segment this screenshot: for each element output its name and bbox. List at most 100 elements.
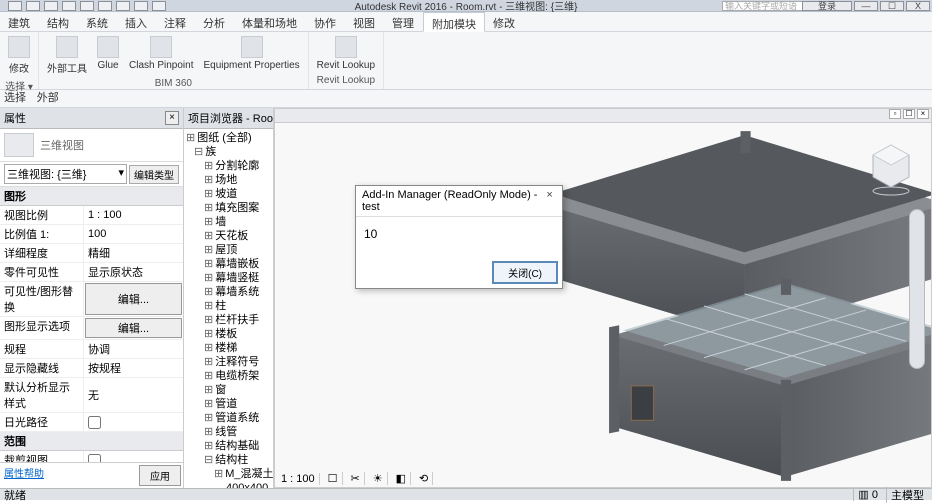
view-ctrl-btn[interactable]: ☀ [369, 472, 388, 485]
ribbon-tab[interactable]: 注释 [156, 12, 195, 31]
tree-node[interactable]: ⊟族 [184, 145, 273, 159]
edit-type-button[interactable]: 编辑类型 [129, 165, 179, 184]
apply-button[interactable]: 应用 [139, 465, 181, 486]
qat-btn[interactable] [44, 1, 58, 11]
tree-node[interactable]: ⊞线管 [184, 425, 273, 439]
tree-node[interactable]: ⊞栏杆扶手 [184, 313, 273, 327]
tree-node[interactable]: ⊞坡道 [184, 187, 273, 201]
view-ctrl-btn[interactable]: ☐ [324, 472, 343, 485]
ribbon-button[interactable]: Equipment Properties [199, 34, 303, 77]
ribbon-button[interactable]: 外部工具 [43, 34, 91, 77]
close-button[interactable]: X [906, 1, 930, 11]
viewport-btn[interactable]: ▫ [889, 109, 901, 119]
qat-btn[interactable] [26, 1, 40, 11]
property-category[interactable]: 图形 [0, 187, 183, 206]
property-value[interactable]: 1 : 100 [84, 206, 183, 224]
tree-node[interactable]: ⊞楼梯 [184, 341, 273, 355]
ribbon-tab[interactable]: 管理 [384, 12, 423, 31]
viewport-btn[interactable]: ☐ [903, 109, 915, 119]
tree-node[interactable]: ⊞幕墙系统 [184, 285, 273, 299]
property-name: 详细程度 [0, 244, 84, 262]
ribbon-tab[interactable]: 协作 [306, 12, 345, 31]
tree-node[interactable]: ⊞结构基础 [184, 439, 273, 453]
tree-node[interactable]: ⊞窗 [184, 383, 273, 397]
property-value[interactable]: 协调 [84, 340, 183, 358]
ribbon-tab[interactable]: 视图 [345, 12, 384, 31]
tree-node[interactable]: ⊞柱 [184, 299, 273, 313]
type-dropdown[interactable]: 三维视图: {三维}▾ [4, 164, 127, 184]
tree-node[interactable]: ⊞电缆桥架 [184, 369, 273, 383]
property-value[interactable]: 无 [84, 378, 183, 412]
viewport[interactable]: ▫☐× [274, 108, 932, 488]
qat-btn[interactable] [116, 1, 130, 11]
status-item[interactable]: ▥ 0 [853, 488, 882, 501]
view-cube[interactable] [869, 139, 913, 199]
ribbon-button[interactable]: 修改 [4, 34, 34, 77]
scale-control[interactable]: 1 : 100 [277, 473, 320, 485]
view-ctrl-btn[interactable]: ◧ [392, 472, 411, 485]
property-checkbox[interactable] [88, 454, 101, 463]
ribbon-tab[interactable]: 修改 [485, 12, 524, 31]
options-label: 外部 [37, 92, 59, 104]
close-icon[interactable]: × [165, 111, 179, 125]
tree-node[interactable]: ⊞注释符号 [184, 355, 273, 369]
property-value[interactable]: 显示原状态 [84, 263, 183, 281]
ribbon-button[interactable]: Clash Pinpoint [125, 34, 197, 77]
property-value[interactable] [84, 413, 183, 431]
property-value[interactable]: 编辑... [85, 283, 182, 315]
tree-node[interactable]: ⊞墙 [184, 215, 273, 229]
tree-node[interactable]: ⊞屋顶 [184, 243, 273, 257]
property-value[interactable]: 按规程 [84, 359, 183, 377]
view-ctrl-btn[interactable]: ✂ [347, 472, 365, 485]
tree-node[interactable]: ⊞图纸 (全部) [184, 131, 273, 145]
property-value[interactable]: 编辑... [85, 318, 182, 338]
tree-node[interactable]: ⊞楼板 [184, 327, 273, 341]
property-value[interactable] [84, 451, 183, 462]
viewport-btn[interactable]: × [917, 109, 929, 119]
tree-node[interactable]: ⊞管道系统 [184, 411, 273, 425]
tree-node[interactable]: ⊟结构柱 [184, 453, 273, 467]
maximize-button[interactable]: ☐ [880, 1, 904, 11]
minimize-button[interactable]: — [854, 1, 878, 11]
navigation-bar[interactable] [909, 209, 925, 369]
ribbon-button[interactable]: Glue [93, 34, 123, 77]
ribbon-tab[interactable]: 系统 [78, 12, 117, 31]
tree-node[interactable]: ⊞天花板 [184, 229, 273, 243]
dialog-title[interactable]: Add-In Manager (ReadOnly Mode) - test × [356, 186, 562, 217]
ribbon-button[interactable]: Revit Lookup [313, 34, 379, 73]
property-value[interactable]: 精细 [84, 244, 183, 262]
qat-btn[interactable] [8, 1, 22, 11]
qat-btn[interactable] [134, 1, 148, 11]
qat-btn[interactable] [98, 1, 112, 11]
qat-btn[interactable] [62, 1, 76, 11]
property-category[interactable]: 范围 [0, 432, 183, 451]
qat-btn[interactable] [80, 1, 94, 11]
tree-node[interactable]: ⊞管道 [184, 397, 273, 411]
property-checkbox[interactable] [88, 416, 101, 429]
ribbon-tab[interactable]: 附加模块 [423, 12, 485, 32]
login-button[interactable]: 登录 [802, 1, 852, 11]
tree-node[interactable]: ⊞场地 [184, 173, 273, 187]
view-ctrl-btn[interactable]: ⟲ [415, 472, 433, 485]
property-row: 零件可见性显示原状态 [0, 263, 183, 282]
ribbon-tab[interactable]: 插入 [117, 12, 156, 31]
help-link[interactable]: 属性帮助 [0, 463, 137, 488]
browser-tree[interactable]: ⊞图纸 (全部) ⊟族⊞分割轮廓⊞场地⊞坡道⊞填充图案⊞墙⊞天花板⊞屋顶⊞幕墙嵌… [184, 129, 273, 488]
property-name: 可见性/图形替换 [0, 282, 84, 316]
property-value[interactable]: 100 [84, 225, 183, 243]
tree-node[interactable]: ⊞填充图案 [184, 201, 273, 215]
tree-node[interactable]: ⊞幕墙竖梃 [184, 271, 273, 285]
ribbon-tab[interactable]: 建筑 [0, 12, 39, 31]
ribbon-tab[interactable]: 结构 [39, 12, 78, 31]
close-icon[interactable]: × [543, 189, 556, 203]
tree-node[interactable]: ⊞M_混凝土 - [184, 467, 273, 481]
tree-node[interactable]: ⊞幕墙嵌板 [184, 257, 273, 271]
ribbon-tab[interactable]: 分析 [195, 12, 234, 31]
model-view[interactable] [275, 123, 931, 487]
ribbon-tab[interactable]: 体量和场地 [234, 12, 306, 31]
qat-btn[interactable] [152, 1, 166, 11]
status-model[interactable]: 主模型 [886, 487, 928, 503]
tree-node[interactable]: ⊞分割轮廓 [184, 159, 273, 173]
ok-button[interactable]: 关闭(C) [492, 261, 558, 284]
type-selector[interactable]: 三维视图 [0, 129, 183, 162]
